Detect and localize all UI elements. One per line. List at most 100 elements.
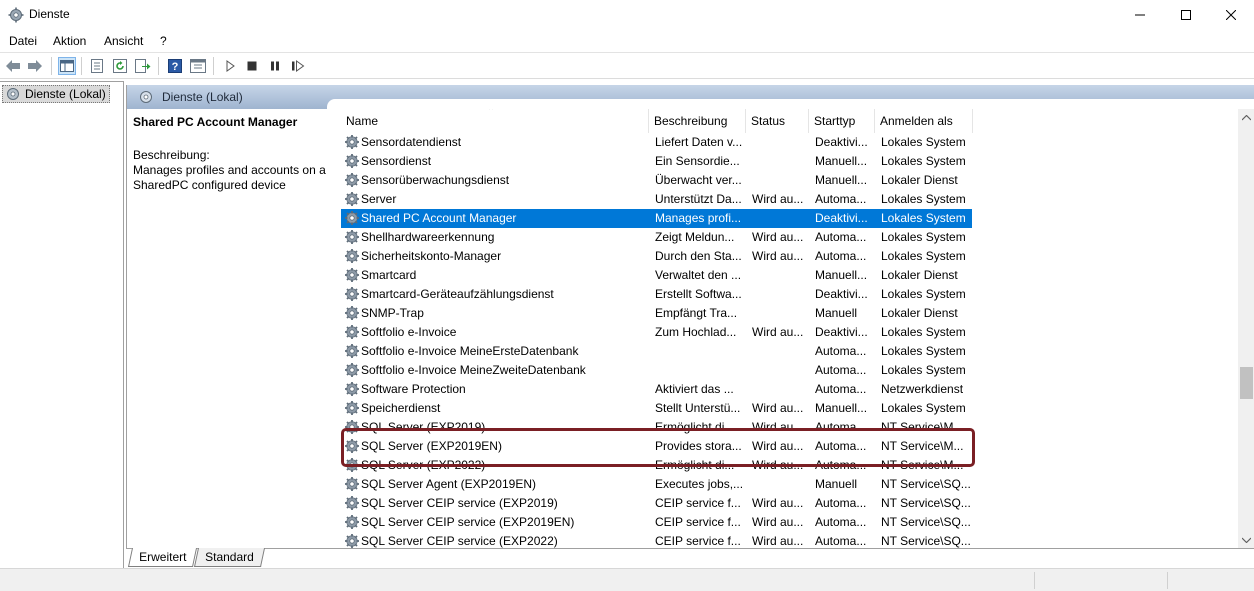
service-logon-cell: Lokales System — [881, 154, 966, 168]
refresh-button[interactable] — [111, 57, 129, 75]
service-row[interactable]: SQL Server Agent (EXP2019EN) Executes job… — [341, 475, 972, 494]
service-status-cell: Wird au... — [752, 496, 804, 510]
forward-button[interactable] — [26, 57, 44, 75]
title-bar: Dienste — [0, 0, 1254, 30]
service-description-cell: CEIP service f... — [655, 515, 741, 529]
restart-service-button[interactable] — [289, 57, 307, 75]
tab-extended[interactable]: Erweitert — [127, 548, 198, 567]
pause-service-button[interactable] — [266, 57, 284, 75]
service-startup-type-cell: Manuell — [815, 306, 858, 320]
start-service-button[interactable] — [221, 57, 239, 75]
service-name-cell: Softfolio e-Invoice MeineErsteDatenbank — [361, 344, 579, 358]
toolbar-separator — [158, 57, 159, 75]
vertical-scrollbar[interactable] — [1238, 109, 1254, 548]
column-header-startup-type[interactable]: Starttyp — [809, 109, 875, 133]
service-row[interactable]: Softfolio e-Invoice MeineZweiteDatenbank… — [341, 361, 972, 380]
service-name-cell: Smartcard — [361, 268, 417, 282]
close-button[interactable] — [1208, 0, 1254, 30]
service-row[interactable]: Shared PC Account Manager Manages profi..… — [341, 209, 972, 228]
maximize-button[interactable] — [1163, 0, 1209, 30]
service-description-cell: Erstellt Softwa... — [655, 287, 742, 301]
gear-icon — [344, 533, 360, 548]
service-logon-cell: Netzwerkdienst — [881, 382, 964, 396]
start-service-icon — [226, 60, 235, 72]
console-tree: Dienste (Lokal) — [0, 81, 124, 568]
service-row[interactable]: Sicherheitskonto-Manager Durch den Sta...… — [341, 247, 972, 266]
service-startup-type-cell: Automa... — [815, 344, 867, 358]
menu-aktion[interactable]: Aktion — [53, 34, 86, 48]
gear-icon — [344, 362, 360, 378]
tree-item-label: Dienste (Lokal) — [25, 87, 106, 101]
service-status-cell: Wird au... — [752, 401, 804, 415]
service-row[interactable]: Smartcard Verwaltet den ... Manuell... Loka… — [341, 266, 972, 285]
service-row[interactable]: SNMP-Trap Empfängt Tra... Manuell Lokaler D… — [341, 304, 972, 323]
service-row[interactable]: Server Unterstützt Da... Wird au... Automa.… — [341, 190, 972, 209]
chevron-up-icon — [1242, 114, 1251, 120]
back-button[interactable] — [4, 57, 22, 75]
service-row[interactable]: Speicherdienst Stellt Unterstü... Wird au.… — [341, 399, 972, 418]
gear-icon — [344, 381, 360, 397]
service-row[interactable]: SQL Server CEIP service (EXP2019EN) CEIP … — [341, 513, 972, 532]
column-header-status[interactable]: Status — [746, 109, 809, 133]
highlight-annotation-box — [341, 428, 975, 467]
description-pane: Shared PC Account Manager Beschreibung: … — [127, 109, 333, 548]
menu-help[interactable]: ? — [160, 34, 167, 48]
column-header-description[interactable]: Beschreibung — [649, 109, 746, 133]
status-bar — [0, 568, 1254, 591]
service-row[interactable]: Softfolio e-Invoice MeineErsteDatenbank A… — [341, 342, 972, 361]
service-description-cell: Zeigt Meldun... — [655, 230, 735, 244]
export-list-button[interactable] — [134, 57, 152, 75]
service-row[interactable]: SQL Server CEIP service (EXP2022) CEIP se… — [341, 532, 972, 548]
service-startup-type-cell: Deaktivi... — [815, 287, 868, 301]
show-hide-console-tree-icon — [60, 60, 74, 72]
console-button[interactable] — [189, 57, 207, 75]
close-icon — [1226, 10, 1236, 20]
service-startup-type-cell: Automa... — [815, 249, 867, 263]
service-startup-type-cell: Automa... — [815, 230, 867, 244]
column-header-name[interactable]: Name — [341, 109, 649, 133]
menu-ansicht[interactable]: Ansicht — [104, 34, 143, 48]
scrollbar-thumb[interactable] — [1240, 367, 1253, 399]
console-icon — [190, 59, 206, 73]
gear-icon — [344, 134, 360, 150]
scroll-up-button[interactable] — [1238, 109, 1254, 126]
gear-icon — [344, 343, 360, 359]
service-startup-type-cell: Deaktivi... — [815, 211, 868, 225]
service-row[interactable]: Sensorüberwachungsdienst Überwacht ver...… — [341, 171, 972, 190]
minimize-button[interactable] — [1117, 0, 1163, 30]
properties-button[interactable] — [88, 57, 106, 75]
service-logon-cell: NT Service\SQ... — [881, 534, 971, 548]
toolbar: ? — [0, 52, 1254, 79]
service-row[interactable]: Software Protection Aktiviert das ... Auto… — [341, 380, 972, 399]
service-row[interactable]: Sensordatendienst Liefert Daten v... Deakt… — [341, 133, 972, 152]
menu-datei[interactable]: Datei — [9, 34, 37, 48]
service-row[interactable]: SQL Server CEIP service (EXP2019) CEIP se… — [341, 494, 972, 513]
service-row[interactable]: Shellhardwareerkennung Zeigt Meldun... Wir… — [341, 228, 972, 247]
service-logon-cell: NT Service\SQ... — [881, 515, 971, 529]
service-row[interactable]: Smartcard-Geräteaufzählungsdienst Erstell… — [341, 285, 972, 304]
tab-extended-label: Erweitert — [139, 550, 187, 564]
tab-standard[interactable]: Standard — [193, 548, 265, 567]
column-headers: Name Beschreibung Status Starttyp Anmeld… — [341, 109, 991, 133]
service-description-cell: CEIP service f... — [655, 496, 741, 510]
service-name-cell: Smartcard-Geräteaufzählungsdienst — [361, 287, 554, 301]
service-description-cell: Ein Sensordie... — [655, 154, 740, 168]
toolbar-separator — [213, 57, 214, 75]
tree-item-services-local[interactable]: Dienste (Lokal) — [2, 85, 110, 103]
service-logon-cell: Lokales System — [881, 325, 966, 339]
show-hide-tree-button[interactable] — [58, 57, 76, 75]
help-button[interactable]: ? — [166, 57, 184, 75]
service-startup-type-cell: Automa... — [815, 515, 867, 529]
service-startup-type-cell: Manuell... — [815, 173, 868, 187]
scroll-down-button[interactable] — [1238, 531, 1254, 548]
menu-bar: Datei Aktion Ansicht ? — [0, 30, 1254, 52]
service-status-cell: Wird au... — [752, 192, 804, 206]
service-row[interactable]: Sensordienst Ein Sensordie... Manuell... Lo… — [341, 152, 972, 171]
gear-icon — [344, 267, 360, 283]
service-name-cell: Shared PC Account Manager — [361, 211, 517, 225]
service-name-cell: Sensordienst — [361, 154, 432, 168]
service-startup-type-cell: Manuell... — [815, 268, 868, 282]
service-row[interactable]: Softfolio e-Invoice Zum Hochlad... Wird au… — [341, 323, 972, 342]
column-header-log-on-as[interactable]: Anmelden als — [875, 109, 973, 133]
stop-service-button[interactable] — [243, 57, 261, 75]
